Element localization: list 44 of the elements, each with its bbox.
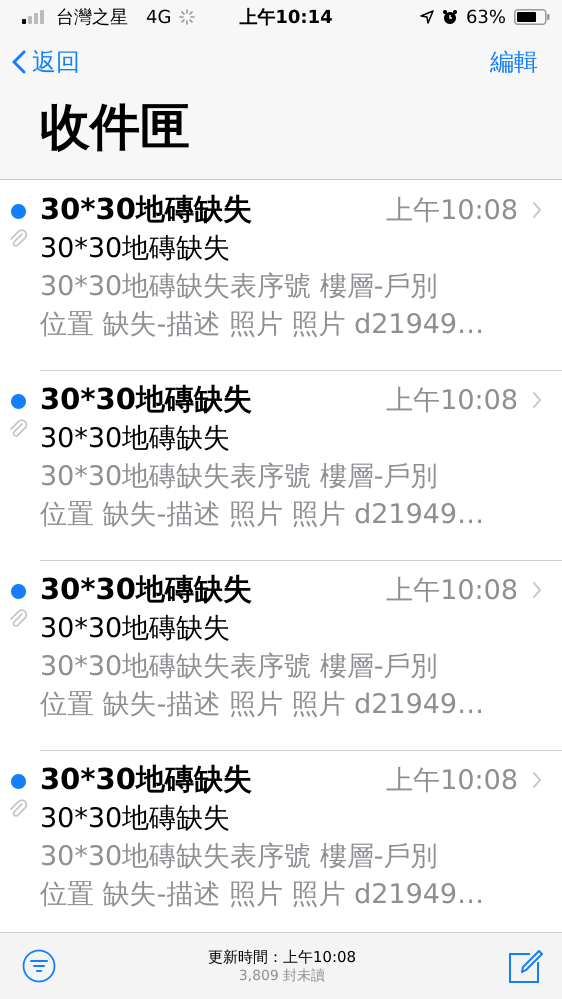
battery-percent: 63% [466, 6, 506, 28]
message-row[interactable]: 30*30地磚缺失 上午10:08 30*30地磚缺失 30*30地磚缺失表序號 樓層-戶別 位置 缺失-描述 照片 照片 d21949… [0, 180, 562, 370]
clock-time: 上午10:14 [239, 6, 333, 29]
update-time: 更新時間：上午10:08 [208, 948, 356, 966]
message-preview: 位置 缺失-描述 照片 照片 d21949… [40, 688, 486, 722]
carrier-name: 台灣之星 [56, 6, 128, 29]
sender-name: 30*30地磚缺失 [40, 191, 253, 228]
message-preview: 位置 缺失-描述 照片 照片 d21949… [40, 308, 486, 342]
network-type: 4G [146, 6, 172, 28]
page-title: 收件匣 [0, 90, 562, 180]
message-time: 上午10:08 [386, 574, 518, 608]
message-subject: 30*30地磚缺失 [40, 612, 232, 646]
message-subject: 30*30地磚缺失 [40, 802, 232, 836]
message-subject: 30*30地磚缺失 [40, 232, 232, 266]
message-subject: 30*30地磚缺失 [40, 422, 232, 456]
message-time: 上午10:08 [386, 764, 518, 798]
filter-icon[interactable] [22, 949, 56, 983]
message-preview: 30*30地磚缺失表序號 樓層-戶別 [40, 270, 439, 304]
unread-count: 3,809 封未讀 [238, 966, 326, 984]
chevron-icon [12, 50, 26, 74]
edit-button[interactable]: 編輯 [490, 46, 538, 78]
message-preview: 30*30地磚缺失表序號 樓層-戶別 [40, 650, 439, 684]
message-preview: 位置 缺失-描述 照片 照片 d21949… [40, 498, 486, 532]
message-preview: 位置 缺失-描述 照片 照片 d21949… [40, 878, 486, 912]
battery-icon [514, 9, 550, 25]
sender-name: 30*30地磚缺失 [40, 381, 253, 418]
message-preview: 30*30地磚缺失表序號 樓層-戶別 [40, 840, 439, 874]
chevron-icon [532, 581, 542, 599]
message-preview: 30*30地磚缺失表序號 樓層-戶別 [40, 460, 439, 494]
message-row[interactable]: 30*30地磚缺失 上午10:08 30*30地磚缺失 30*30地磚缺失表序號 樓層-戶別 位置 缺失-描述 照片 照片 d21949… [0, 750, 562, 932]
message-row[interactable]: 30*30地磚缺失 上午10:08 30*30地磚缺失 30*30地磚缺失表序號 樓層-戶別 位置 缺失-描述 照片 照片 d21949… [0, 370, 562, 560]
chevron-icon [532, 391, 542, 409]
sender-name: 30*30地磚缺失 [40, 761, 253, 798]
location-arrow-icon [420, 10, 434, 24]
message-row[interactable]: 30*30地磚缺失 上午10:08 30*30地磚缺失 30*30地磚缺失表序號 樓層-戶別 位置 缺失-描述 照片 照片 d21949… [0, 560, 562, 750]
spinner-icon [179, 9, 196, 25]
compose-icon[interactable] [508, 948, 544, 984]
message-time: 上午10:08 [386, 384, 518, 418]
chevron-icon [532, 201, 542, 219]
sender-name: 30*30地磚缺失 [40, 571, 253, 608]
back-button[interactable]: 返回 [12, 46, 80, 78]
alarm-clock-icon [442, 9, 458, 25]
message-time: 上午10:08 [386, 194, 518, 228]
chevron-icon [532, 771, 542, 789]
